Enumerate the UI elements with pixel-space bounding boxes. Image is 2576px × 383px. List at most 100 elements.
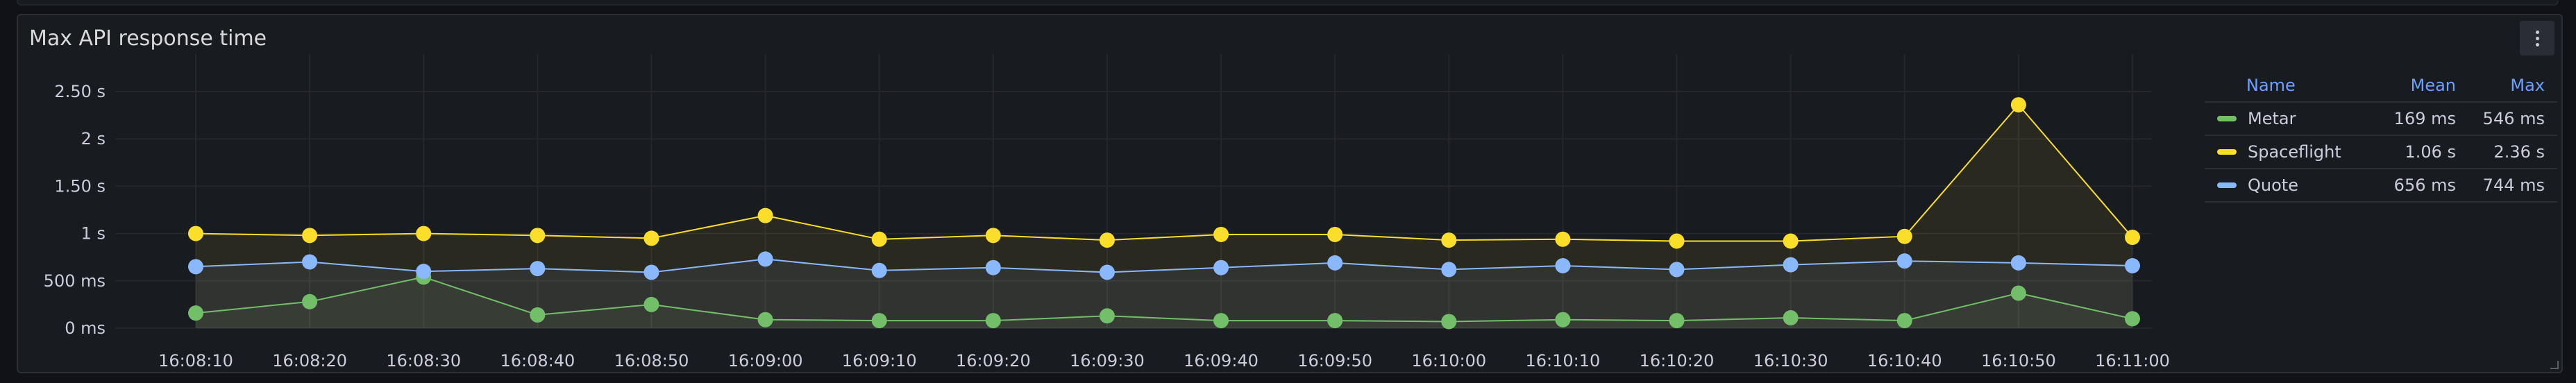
- data-point-quote: [1099, 264, 1115, 280]
- data-point-metar: [1099, 308, 1115, 324]
- y-tick-label: 500 ms: [44, 271, 106, 291]
- x-tick-label: 16:09:40: [1184, 351, 1258, 371]
- data-point-spaceflight: [2125, 230, 2140, 246]
- legend-row-metar[interactable]: Metar 169 ms 546 ms: [2205, 103, 2557, 136]
- legend-name-cell: Metar: [2205, 109, 2359, 128]
- legend-series-name: Quote: [2248, 176, 2298, 195]
- kebab-menu-icon[interactable]: [2520, 21, 2554, 56]
- legend-header-max[interactable]: Max: [2456, 76, 2557, 95]
- legend-max-value: 546 ms: [2482, 109, 2545, 128]
- data-point-quote: [188, 259, 203, 275]
- data-point-metar: [2125, 311, 2140, 327]
- data-point-metar: [643, 296, 659, 312]
- data-point-spaceflight: [643, 230, 659, 246]
- y-tick-label: 2.50 s: [54, 82, 106, 101]
- data-point-quote: [530, 261, 546, 277]
- data-point-quote: [302, 254, 318, 270]
- data-point-metar: [188, 305, 203, 321]
- x-tick-label: 16:08:30: [386, 351, 461, 371]
- x-tick-label: 16:10:40: [1867, 351, 1942, 371]
- legend-header-row: Name Mean Max: [2205, 69, 2557, 103]
- x-tick-label: 16:08:50: [614, 351, 689, 371]
- legend-mean-value: 656 ms: [2393, 176, 2456, 195]
- legend-header-mean[interactable]: Mean: [2359, 76, 2456, 95]
- x-tick-label: 16:08:10: [158, 351, 233, 371]
- legend-name-cell: Spaceflight: [2205, 142, 2359, 162]
- panel-resize-handle[interactable]: [2550, 361, 2559, 369]
- legend-name-cell: Quote: [2205, 176, 2359, 195]
- data-point-spaceflight: [1783, 233, 1799, 249]
- data-point-quote: [1896, 253, 1912, 269]
- x-tick-label: 16:08:40: [500, 351, 575, 371]
- legend-table: Name Mean Max Metar 169 ms 546 ms Spacef…: [2205, 69, 2557, 203]
- x-tick-label: 16:10:10: [1526, 351, 1601, 371]
- legend-series-name: Spaceflight: [2248, 142, 2341, 162]
- data-point-quote: [1669, 262, 1685, 278]
- x-tick-label: 16:09:00: [728, 351, 803, 371]
- series-color-swatch: [2217, 182, 2237, 188]
- x-tick-label: 16:10:50: [1981, 351, 2056, 371]
- data-point-quote: [871, 262, 887, 278]
- data-point-quote: [1327, 255, 1343, 271]
- data-point-quote: [416, 264, 432, 280]
- data-point-quote: [757, 251, 773, 267]
- y-tick-label: 1.50 s: [54, 176, 106, 196]
- data-point-spaceflight: [530, 228, 546, 244]
- data-point-metar: [1441, 314, 1457, 330]
- data-point-metar: [1213, 313, 1229, 329]
- data-point-spaceflight: [985, 228, 1001, 244]
- response-time-chart[interactable]: 0 ms500 ms1 s1.50 s2 s2.50 s 16:08:10 16:…: [18, 15, 2212, 373]
- legend-row-quote[interactable]: Quote 656 ms 744 ms: [2205, 169, 2557, 203]
- series-color-swatch: [2217, 149, 2237, 155]
- data-point-metar: [1327, 313, 1343, 329]
- data-point-spaceflight: [1099, 232, 1115, 248]
- data-point-metar: [985, 313, 1001, 329]
- timeseries-panel: Max API response time 0 ms 500 ms 1 s 1.50 …: [17, 14, 2563, 373]
- data-point-spaceflight: [1669, 233, 1685, 249]
- menu-dot: [2535, 42, 2539, 46]
- data-point-metar: [757, 312, 773, 327]
- data-point-spaceflight: [757, 207, 773, 223]
- data-point-quote: [643, 264, 659, 280]
- previous-panel-edge: [17, 0, 2559, 6]
- x-tick-label: 16:09:10: [842, 351, 917, 371]
- data-point-spaceflight: [302, 228, 318, 244]
- x-tick-label: 16:10:00: [1411, 351, 1486, 371]
- data-point-quote: [985, 259, 1001, 275]
- data-point-spaceflight: [871, 231, 887, 247]
- x-tick-label: 16:09:30: [1070, 351, 1145, 371]
- legend-mean-value: 1.06 s: [2405, 142, 2456, 162]
- data-point-quote: [1213, 259, 1229, 275]
- menu-dot: [2535, 30, 2539, 34]
- x-tick-label: 16:09:50: [1297, 351, 1372, 371]
- legend-row-spaceflight[interactable]: Spaceflight 1.06 s 2.36 s: [2205, 136, 2557, 169]
- menu-dot: [2535, 36, 2539, 40]
- x-tick-label: 16:09:20: [956, 351, 1031, 371]
- legend-header-name[interactable]: Name: [2205, 76, 2359, 95]
- y-tick-label: 2 s: [81, 129, 106, 148]
- data-point-metar: [1669, 313, 1685, 329]
- data-point-spaceflight: [416, 225, 432, 241]
- data-point-spaceflight: [1327, 226, 1343, 242]
- legend-series-name: Metar: [2248, 109, 2296, 128]
- y-tick-label: 0 ms: [65, 318, 106, 338]
- data-point-metar: [1555, 312, 1571, 327]
- x-axis-ticks: 16:08:10 16:08:20 16:08:30 16:08:40 16:08:50…: [158, 351, 2170, 371]
- data-point-spaceflight: [1555, 231, 1571, 247]
- data-point-metar: [1896, 313, 1912, 329]
- legend-max-value: 744 ms: [2482, 176, 2545, 195]
- data-point-spaceflight: [1896, 228, 1912, 244]
- data-point-spaceflight: [2010, 97, 2026, 113]
- data-point-quote: [2125, 257, 2140, 273]
- series-line-spaceflight: [195, 103, 2133, 242]
- y-tick-label: 1 s: [81, 224, 106, 244]
- legend-mean-value: 169 ms: [2393, 109, 2456, 128]
- x-tick-label: 16:10:30: [1753, 351, 1828, 371]
- data-point-spaceflight: [1213, 226, 1229, 242]
- data-point-metar: [302, 293, 318, 309]
- data-point-metar: [530, 307, 546, 323]
- data-point-metar: [1783, 309, 1799, 325]
- legend-max-value: 2.36 s: [2493, 142, 2545, 162]
- x-tick-label: 16:08:20: [272, 351, 347, 371]
- data-point-quote: [1441, 262, 1457, 278]
